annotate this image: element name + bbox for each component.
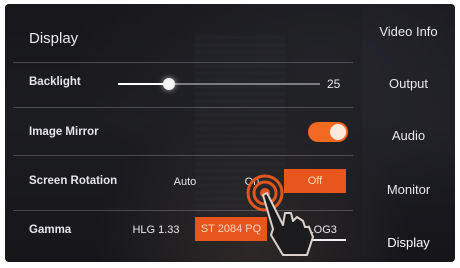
backlight-value: 25 [327,77,341,91]
monitor-screen: Display Backlight 25 Image Mirror Screen… [5,4,455,262]
menu-item-monitor[interactable]: Monitor [362,182,455,197]
image-mirror-label: Image Mirror [29,126,99,138]
hand-tap-icon [246,174,314,256]
backlight-slider-fill [118,83,169,85]
backlight-slider[interactable] [118,78,320,90]
device-frame: Display Backlight 25 Image Mirror Screen… [0,0,460,268]
gamma-option-hlg[interactable]: HLG 1.33 [125,224,187,236]
divider [13,62,353,63]
menu-item-output[interactable]: Output [362,76,455,91]
page-title: Display [29,30,79,47]
backlight-slider-knob[interactable] [163,78,175,90]
side-menu: Video Info Output Audio Monitor Display [362,4,455,262]
menu-item-audio[interactable]: Audio [362,128,455,143]
toggle-knob [330,124,346,140]
backlight-label: Backlight [29,76,81,88]
divider [13,155,353,156]
rotation-option-auto[interactable]: Auto [163,176,207,188]
image-mirror-toggle[interactable] [308,122,348,142]
menu-item-display[interactable]: Display [362,235,455,250]
divider [13,107,353,108]
menu-item-video-info[interactable]: Video Info [362,24,455,39]
screen-rotation-label: Screen Rotation [29,175,118,187]
gamma-label: Gamma [29,224,72,236]
